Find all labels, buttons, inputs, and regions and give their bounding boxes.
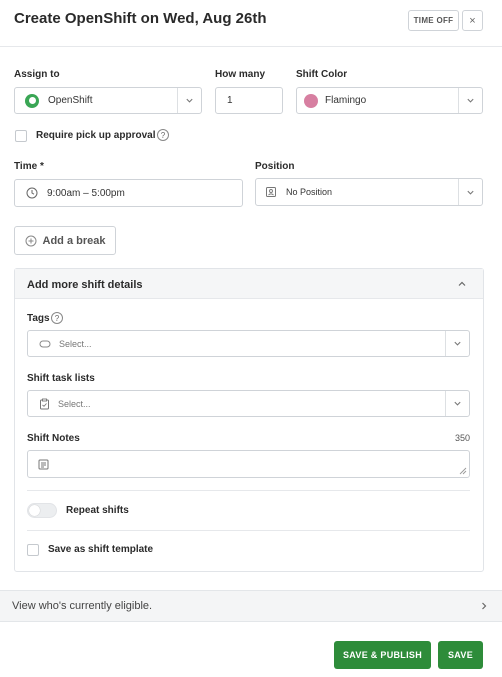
save-button[interactable]: SAVE [438, 641, 483, 669]
save-template-checkbox[interactable] [27, 544, 39, 556]
position-label: Position [255, 161, 295, 172]
close-icon: × [469, 14, 476, 27]
resize-handle-icon[interactable] [459, 467, 467, 475]
shift-color-select[interactable]: Flamingo [296, 87, 483, 114]
notes-char-counter: 350 [455, 433, 471, 443]
task-lists-placeholder: Select... [58, 398, 91, 409]
divider [27, 530, 470, 531]
chevron-down-icon [458, 88, 482, 113]
task-lists-label: Shift task lists [27, 373, 95, 384]
help-icon[interactable]: ? [157, 129, 169, 141]
clipboard-icon [39, 398, 50, 410]
time-label: Time * [14, 161, 44, 172]
add-break-button[interactable]: Add a break [14, 226, 116, 255]
shift-color-label: Shift Color [296, 69, 348, 80]
divider [27, 490, 470, 491]
tags-label: Tags [27, 313, 50, 324]
repeat-shifts-toggle[interactable] [27, 503, 57, 518]
task-lists-select[interactable]: Select... [27, 390, 470, 417]
plus-circle-icon [25, 235, 37, 247]
chevron-down-icon [177, 88, 201, 113]
shift-details-title: Add more shift details [27, 279, 143, 291]
badge-icon [265, 186, 277, 198]
close-button[interactable]: × [462, 10, 483, 31]
assign-to-value: OpenShift [48, 95, 93, 106]
toggle-knob [29, 505, 40, 516]
assign-to-select[interactable]: OpenShift [14, 87, 202, 114]
note-icon [38, 459, 49, 470]
save-publish-button[interactable]: SAVE & PUBLISH [334, 641, 431, 669]
position-select[interactable]: No Position [255, 178, 483, 206]
pickup-approval-checkbox[interactable] [15, 130, 27, 142]
openshift-icon [25, 93, 39, 108]
chevron-up-icon[interactable] [457, 279, 467, 289]
how-many-label: How many [215, 69, 266, 80]
save-template-label: Save as shift template [48, 544, 154, 555]
add-break-label: Add a break [42, 234, 106, 247]
chevron-right-icon [480, 601, 488, 611]
chevron-down-icon [458, 179, 482, 205]
how-many-input[interactable]: 1 [215, 87, 283, 114]
tags-select[interactable]: Select... [27, 330, 470, 357]
time-range-input[interactable]: 9:00am – 5:00pm [14, 179, 243, 207]
shift-notes-textarea[interactable] [27, 450, 470, 478]
time-value: 9:00am – 5:00pm [47, 187, 125, 199]
shift-details-panel [14, 268, 484, 572]
assign-to-label: Assign to [14, 69, 60, 80]
page-title: Create OpenShift on Wed, Aug 26th [14, 10, 267, 27]
shift-notes-label: Shift Notes [27, 433, 80, 444]
tag-icon [39, 339, 51, 349]
clock-icon [26, 187, 38, 199]
help-icon[interactable]: ? [51, 312, 63, 324]
how-many-value: 1 [227, 95, 233, 106]
tags-placeholder: Select... [59, 338, 92, 349]
view-eligible-label: View who's currently eligible. [12, 600, 153, 612]
shift-color-value: Flamingo [325, 95, 367, 106]
pickup-approval-label: Require pick up approval [36, 130, 156, 141]
time-off-button[interactable]: TIME OFF [408, 10, 459, 31]
header-divider [0, 46, 502, 47]
position-value: No Position [286, 187, 333, 197]
chevron-down-icon [445, 391, 469, 416]
chevron-down-icon [445, 331, 469, 356]
color-swatch-icon [304, 93, 318, 108]
repeat-shifts-label: Repeat shifts [66, 505, 129, 516]
